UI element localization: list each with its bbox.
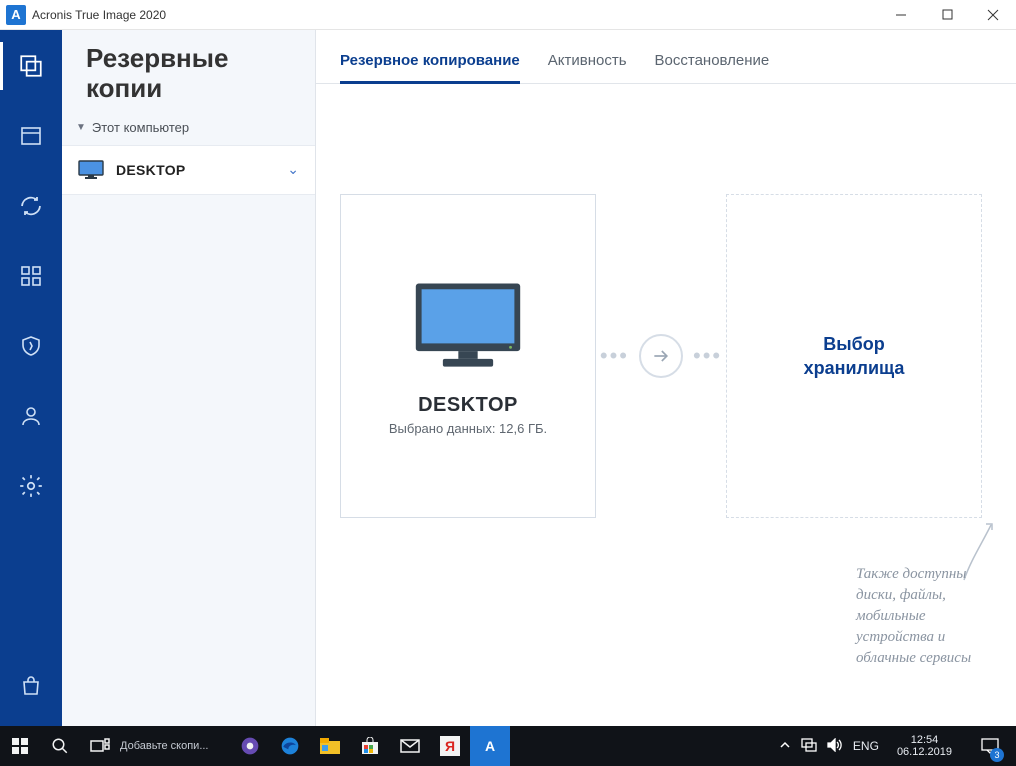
sidebar-item-label: DESKTOP [116,162,275,178]
search-button[interactable] [40,726,80,766]
tab-activity[interactable]: Активность [548,52,627,83]
sidebar-item-desktop[interactable]: DESKTOP ⌄ [62,145,315,195]
desktop-icon [410,276,526,376]
nav-sync-icon[interactable] [13,188,49,224]
nav-store-icon[interactable] [13,668,49,704]
taskbar-edge-icon[interactable] [270,726,310,766]
notification-badge: 3 [990,748,1004,762]
tray-network-icon[interactable] [801,738,817,755]
sidebar-group[interactable]: ▼ Этот компьютер [62,116,315,145]
taskbar-mail-icon[interactable] [390,726,430,766]
tray-overflow-icon[interactable] [779,739,791,754]
taskbar-explorer-icon[interactable] [310,726,350,766]
start-button[interactable] [0,726,40,766]
tray-language[interactable]: ENG [853,739,879,753]
chevron-down-icon: ⌄ [287,161,299,178]
tray-volume-icon[interactable] [827,738,843,755]
destination-card-title: Выбор хранилища [804,332,905,381]
titlebar: A Acronis True Image 2020 [0,0,1016,30]
taskbar-search-hint[interactable]: Добавьте скопи... [120,740,230,752]
source-card-title: DESKTOP [418,394,518,417]
window-title: Acronis True Image 2020 [32,8,166,22]
arrow-right-icon [639,334,683,378]
destination-card[interactable]: Выбор хранилища [726,194,982,518]
close-button[interactable] [970,0,1016,30]
minimize-button[interactable] [878,0,924,30]
nav-settings-icon[interactable] [13,468,49,504]
taskview-button[interactable] [80,726,120,766]
nav-backup-icon[interactable] [13,48,49,84]
taskbar-yandex-icon[interactable]: Я [430,726,470,766]
taskbar: Добавьте скопи... Я A ENG 12:54 06.12.20… [0,726,1016,766]
nav-archive-icon[interactable] [13,118,49,154]
tray-notifications-icon[interactable]: 3 [970,726,1010,766]
system-tray: ENG 12:54 06.12.2019 3 [779,726,1016,766]
source-card-subtitle: Выбрано данных: 12,6 ГБ. [389,421,547,436]
nav-tools-icon[interactable] [13,258,49,294]
content: Резервное копирование Активность Восстан… [316,30,1016,726]
tray-clock[interactable]: 12:54 06.12.2019 [889,734,960,758]
taskbar-acronis-icon[interactable]: A [470,726,510,766]
dots-right-icon: ••• [693,343,722,369]
source-card[interactable]: DESKTOP Выбрано данных: 12,6 ГБ. [340,194,596,518]
chevron-down-icon: ▼ [76,122,86,133]
hint-text: Также доступны диски, файлы, мобильные у… [856,564,976,669]
tab-backup[interactable]: Резервное копирование [340,52,520,83]
tab-restore[interactable]: Восстановление [655,52,770,83]
dots-left-icon: ••• [600,343,629,369]
nav-protection-icon[interactable] [13,328,49,364]
app-icon: A [6,5,26,25]
nav-rail [0,30,62,726]
svg-text:Я: Я [445,738,455,754]
flow-arrow: ••• ••• [596,194,726,518]
maximize-button[interactable] [924,0,970,30]
nav-account-icon[interactable] [13,398,49,434]
monitor-icon [78,160,104,180]
backup-stage: DESKTOP Выбрано данных: 12,6 ГБ. ••• •••… [316,84,1016,726]
sidebar-heading: Резервные копии [62,44,315,116]
taskbar-store-icon[interactable] [350,726,390,766]
taskbar-browser-icon[interactable] [230,726,270,766]
sidebar-group-label: Этот компьютер [92,120,189,135]
sidebar: Резервные копии ▼ Этот компьютер DESKTOP… [62,30,316,726]
tabs: Резервное копирование Активность Восстан… [316,30,1016,84]
